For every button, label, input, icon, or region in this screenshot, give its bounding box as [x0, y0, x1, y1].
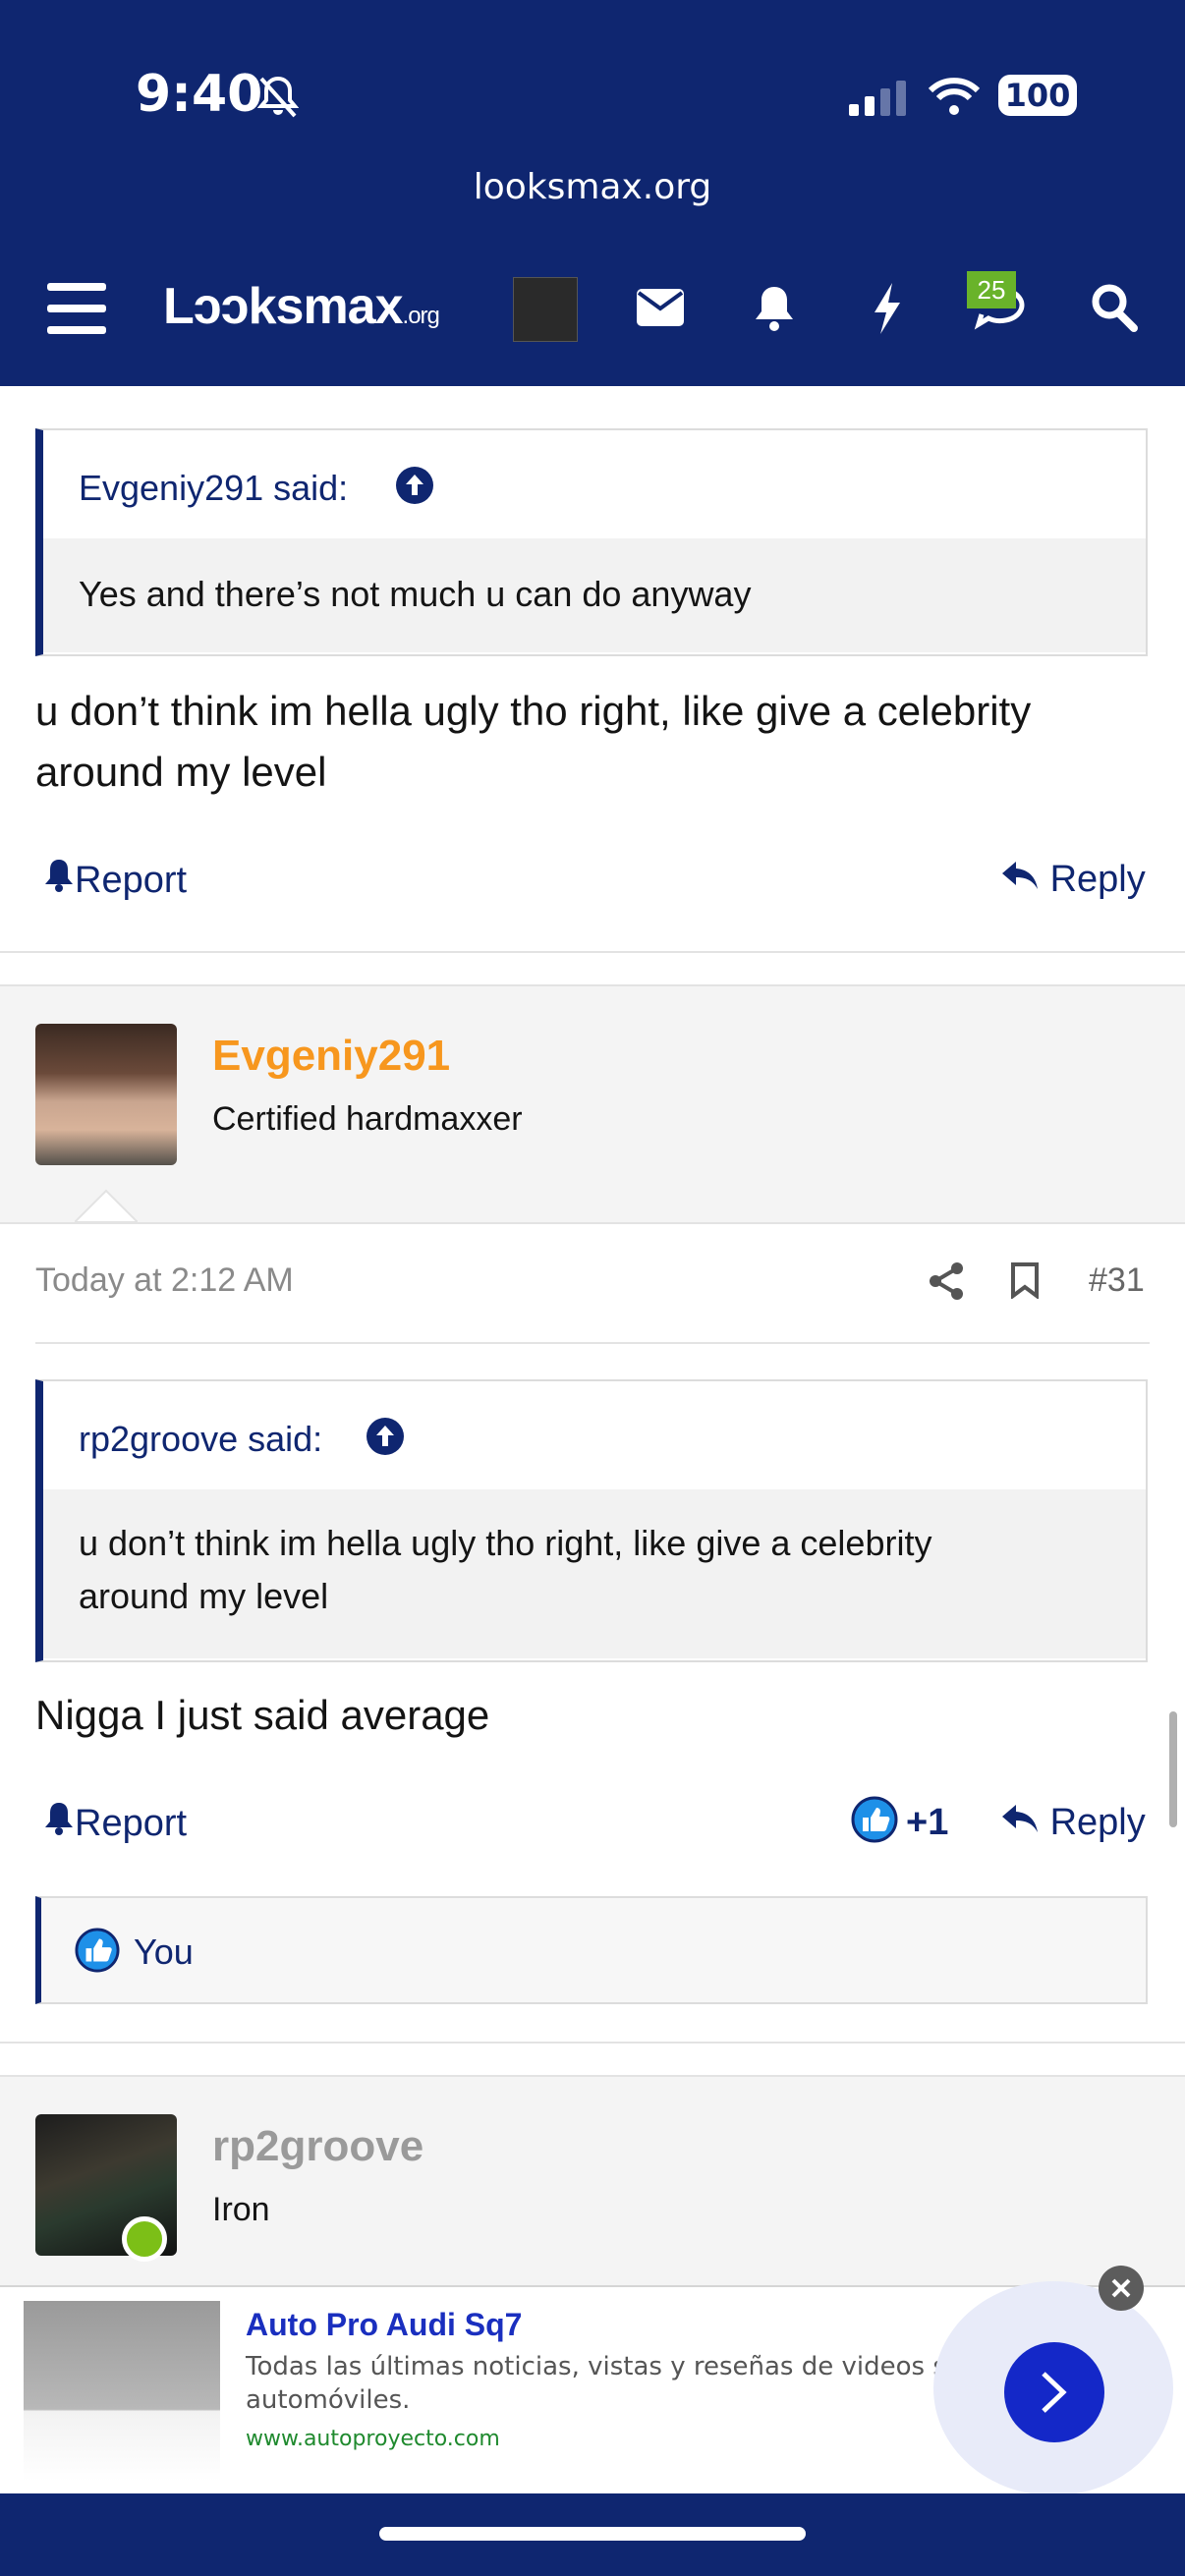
username[interactable]: Evgeniy291 [212, 1032, 450, 1081]
username[interactable]: rp2groove [212, 2122, 423, 2171]
search-icon[interactable] [1091, 283, 1138, 337]
menu-icon[interactable] [47, 283, 106, 339]
post-separator [0, 2042, 1185, 2044]
report-button[interactable]: Report [43, 1802, 187, 1845]
close-icon [1110, 2277, 1132, 2304]
quote-header[interactable]: rp2groove said: [43, 1381, 1146, 1489]
quote-author[interactable]: Evgeniy291 said: [79, 468, 348, 509]
quote-block: rp2groove said: u don’t think im hella u… [35, 1379, 1148, 1662]
cellular-signal-icon [849, 81, 908, 121]
jump-to-quote-icon[interactable] [395, 466, 434, 510]
reply-button[interactable]: Reply [1000, 1802, 1146, 1844]
like-reaction-icon[interactable] [851, 1796, 898, 1848]
ad-thumbnail[interactable] [24, 2301, 220, 2482]
report-label: Report [75, 1803, 188, 1844]
report-label: Report [75, 860, 188, 901]
logo-suffix: .org [402, 303, 440, 329]
wifi-icon [928, 77, 981, 121]
reply-label: Reply [1049, 1802, 1146, 1843]
chevron-right-icon [1038, 2370, 1071, 2420]
user-title: Iron [212, 2191, 270, 2228]
post-user-bar: Evgeniy291 Certified hardmaxxer [0, 984, 1185, 1224]
online-status-indicator [122, 2216, 167, 2262]
quote-author[interactable]: rp2groove said: [79, 1419, 322, 1460]
user-avatar-thumbnail[interactable] [513, 277, 578, 342]
quote-body: Yes and there’s not much u can do anyway [43, 538, 1146, 652]
site-logo[interactable]: Lɔɔksmax.org [163, 277, 440, 336]
reply-button[interactable]: Reply [1000, 859, 1146, 901]
whats-new-lightning-icon[interactable] [873, 283, 902, 339]
like-icon [75, 1928, 120, 1978]
inbox-icon[interactable] [637, 289, 684, 331]
scrollbar-thumb[interactable] [1169, 1711, 1177, 1827]
post-user-bar: rp2groove Iron [0, 2075, 1185, 2287]
post-timestamp[interactable]: Today at 2:12 AM [35, 1261, 294, 1300]
ad-title[interactable]: Auto Pro Audi Sq7 [246, 2307, 522, 2343]
avatar[interactable] [35, 1024, 177, 1165]
post-body: Nigga I just said average [35, 1692, 490, 1738]
quote-body: u don’t think im hella ugly tho right, l… [43, 1489, 1146, 1658]
home-indicator[interactable] [379, 2527, 806, 2541]
address-bar-url[interactable]: looksmax.org [0, 167, 1185, 207]
post-pointer-arrow [72, 1189, 141, 1227]
ad-description-line-1: Todas las últimas noticias, vistas y res… [246, 2352, 1004, 2381]
reaction-count[interactable]: +1 [906, 1802, 948, 1844]
share-icon[interactable] [928, 1261, 965, 1306]
notification-count-badge: 25 [967, 271, 1016, 308]
status-time: 9:40 [136, 65, 263, 124]
post-separator [0, 951, 1185, 953]
jump-to-quote-icon[interactable] [366, 1417, 405, 1461]
home-bar [0, 2493, 1185, 2576]
ad-description-line-2: automóviles. [246, 2385, 411, 2415]
meta-separator [35, 1342, 1150, 1344]
silent-mode-icon [256, 75, 300, 123]
user-title: Certified hardmaxxer [212, 1100, 523, 1138]
report-button[interactable]: Report [43, 859, 187, 902]
quote-header[interactable]: Evgeniy291 said: [43, 430, 1146, 538]
logo-text: Lɔɔksmax [163, 278, 404, 335]
reacted-by[interactable]: You [134, 1932, 194, 1973]
ad-cta-button[interactable] [1004, 2342, 1104, 2442]
quote-text-line-2: around my level [79, 1576, 329, 1616]
post-body-line-2: around my level [35, 749, 327, 795]
report-bell-icon [43, 1803, 75, 1844]
quote-block: Evgeniy291 said: Yes and there’s not muc… [35, 428, 1148, 656]
report-bell-icon [43, 860, 75, 901]
top-bar: 9:40 100 looksmax.org Lɔɔksmax.org 25 [0, 0, 1185, 386]
advertisement-banner[interactable]: Auto Pro Audi Sq7 Todas las últimas noti… [0, 2266, 1185, 2495]
reply-arrow-icon [1000, 859, 1040, 900]
post-number[interactable]: #31 [1089, 1261, 1145, 1300]
quote-text: Yes and there’s not much u can do anyway [79, 574, 752, 614]
reply-label: Reply [1049, 859, 1146, 900]
ad-domain: www.autoproyecto.com [246, 2427, 500, 2451]
battery-indicator: 100 [998, 75, 1077, 116]
reply-arrow-icon [1000, 1802, 1040, 1843]
alerts-bell-icon[interactable] [753, 285, 796, 337]
bookmark-icon[interactable] [1010, 1261, 1040, 1304]
post-body-line-1: u don’t think im hella ugly tho right, l… [35, 688, 1032, 734]
ad-close-button[interactable] [1099, 2266, 1144, 2311]
reactions-bar[interactable]: You [35, 1896, 1148, 2004]
quote-text-line-1: u don’t think im hella ugly tho right, l… [79, 1523, 932, 1563]
